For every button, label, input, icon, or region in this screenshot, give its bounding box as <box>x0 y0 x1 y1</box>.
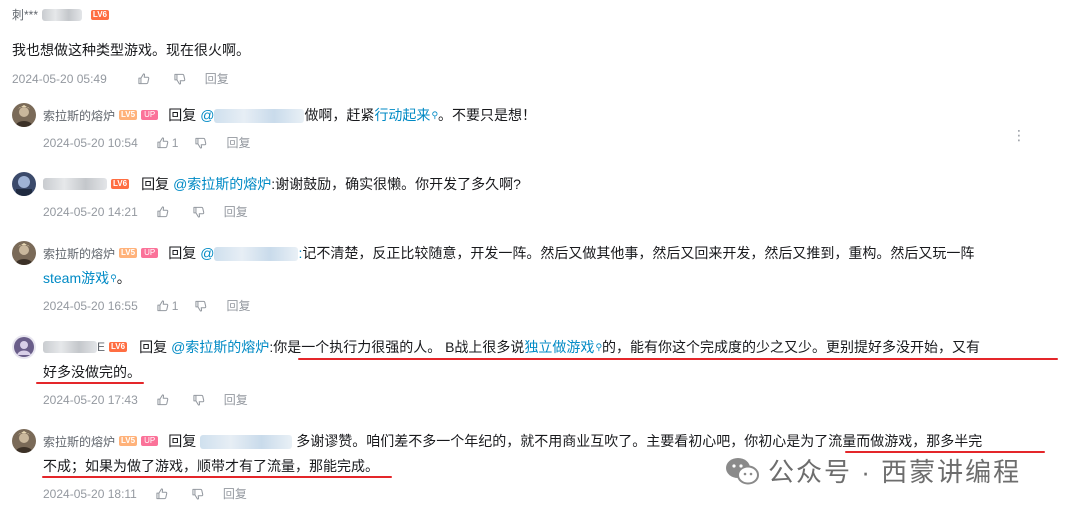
timestamp: 2024-05-20 05:49 <box>12 71 107 86</box>
reply-text: :谢谢鼓励，确实很懒。你开发了多久啊? <box>271 176 521 192</box>
level-badge: LV5 <box>119 248 138 258</box>
search-link[interactable]: 行动起来 <box>374 104 430 126</box>
redacted-mention <box>214 109 305 124</box>
reply-word: 回复 <box>168 433 197 449</box>
search-icon: ⚲ <box>595 341 603 352</box>
reply-word: 回复 <box>168 245 197 261</box>
reply-row: LV6 回复 @索拉斯的熔炉 :谢谢鼓励，确实很懒。你开发了多久啊? <box>43 173 521 195</box>
comment-text: 我也想做这种类型游戏。现在很火啊。 <box>12 42 250 58</box>
reply-word: 回复 <box>168 107 197 123</box>
like-icon[interactable] <box>156 205 170 219</box>
like-icon[interactable] <box>156 393 170 407</box>
wechat-icon <box>726 457 759 484</box>
avatar[interactable] <box>12 429 36 453</box>
timestamp: 2024-05-20 14:21 <box>43 204 138 219</box>
dislike-icon[interactable] <box>194 136 208 150</box>
level-badge: LV5 <box>119 110 138 120</box>
reply-text-line1: 多谢谬赞。咱们差不多一个年纪的，就不用商业互吹了。主要看初心吧，你初心是为了流量… <box>296 433 983 449</box>
redacted-mention <box>214 247 299 262</box>
reply-text-0: 做啊，赶紧 <box>304 107 375 123</box>
reply-text-line1a: :你是一个执行力很强的人。 B战上很多说 <box>269 339 525 355</box>
redacted-mention <box>200 435 293 450</box>
username[interactable]: 索拉斯的熔炉 <box>43 107 115 124</box>
reply-text-line1: 记不清楚，反正比较随意，开发一阵。然后又做其他事，然后又回来开发，然后又推到，重… <box>302 245 975 261</box>
reply-row: 索拉斯的熔炉 LV5 UP 回复 多谢谬赞。咱们差不多一个年纪的，就不用商业互吹… <box>43 430 982 452</box>
redacted-username <box>43 178 107 190</box>
reply-button[interactable]: 回复 <box>224 391 248 408</box>
up-badge: UP <box>141 248 159 258</box>
dislike-icon[interactable] <box>191 487 205 501</box>
dislike-icon[interactable] <box>194 299 208 313</box>
reply-button[interactable]: 回复 <box>205 70 229 87</box>
comment-meta: 2024-05-20 05:49 回复 <box>12 70 229 87</box>
level-badge: LV5 <box>119 436 138 446</box>
timestamp: 2024-05-20 10:54 <box>43 135 138 150</box>
timestamp: 2024-05-20 17:43 <box>43 392 138 407</box>
reply-text-line1b: 的，能有你这个完成度的少之又少。更别提好多没开始，又有 <box>602 339 981 355</box>
reply-text-line2: 好多没做完的。 <box>43 364 141 380</box>
search-icon: ⚲ <box>110 272 117 283</box>
mention-link[interactable]: @索拉斯的熔炉 <box>173 173 271 195</box>
reply-row: 索拉斯的熔炉 LV5 UP 回复 @ 做啊，赶紧 行动起来 ⚲ 。不要只是想！ <box>43 104 536 126</box>
reply-text-line2: 不成；如果为做了游戏，顺带才有了流量，那能完成。 <box>43 458 379 474</box>
reply-button[interactable]: 回复 <box>224 203 248 220</box>
username[interactable]: 刺*** <box>12 8 38 22</box>
more-vertical-icon[interactable]: ⋮ <box>1012 128 1026 142</box>
watermark-text: 公众号 · 西蒙讲编程 <box>768 457 1022 487</box>
highlight-underline <box>298 358 1058 360</box>
username[interactable]: 索拉斯的熔炉 <box>43 433 115 450</box>
avatar[interactable] <box>12 103 36 127</box>
up-badge: UP <box>141 436 159 446</box>
timestamp: 2024-05-20 16:55 <box>43 298 138 313</box>
reply-row: E LV6 回复 @索拉斯的熔炉 :你是一个执行力很强的人。 B战上很多说 独立做… <box>43 336 980 358</box>
up-badge: UP <box>141 110 159 120</box>
reply-text-2: 。不要只是想！ <box>438 107 537 123</box>
highlight-underline <box>36 382 144 384</box>
username[interactable]: 索拉斯的熔炉 <box>43 245 115 262</box>
redacted-username <box>43 341 97 353</box>
level-badge: LV6 <box>109 342 128 352</box>
search-link[interactable]: steam游戏 <box>43 267 109 289</box>
like-icon[interactable] <box>137 72 151 86</box>
avatar[interactable] <box>12 172 36 196</box>
reply-meta: 2024-05-20 18:11 回复 <box>43 485 247 502</box>
dislike-icon[interactable] <box>192 205 206 219</box>
mention-link[interactable]: @: <box>200 242 302 264</box>
like-icon[interactable] <box>155 487 169 501</box>
reply-row-line2: steam游戏 ⚲。 <box>43 267 131 289</box>
like-count: 1 <box>171 298 179 313</box>
reply-meta: 2024-05-20 16:55 1 回复 <box>43 297 250 314</box>
level-badge: LV6 <box>90 9 109 20</box>
reply-meta: 2024-05-20 17:43 回复 <box>43 391 248 408</box>
reply-word: 回复 <box>141 176 170 192</box>
like-icon[interactable]: 1 <box>156 135 179 150</box>
reply-button[interactable]: 回复 <box>226 134 250 151</box>
level-badge: LV6 <box>111 179 130 189</box>
top-comment-header: 刺*** LV6 <box>12 6 109 24</box>
like-icon[interactable]: 1 <box>156 298 179 313</box>
mention-link[interactable]: @ <box>200 104 305 126</box>
watermark: 公众号 · 西蒙讲编程 <box>724 452 1021 489</box>
reply-meta: 2024-05-20 10:54 1 回复 <box>43 134 250 151</box>
avatar[interactable] <box>12 241 36 265</box>
reply-word: 回复 <box>139 339 168 355</box>
reply-meta: 2024-05-20 14:21 回复 <box>43 203 248 220</box>
redacted-username <box>42 8 83 21</box>
timestamp: 2024-05-20 18:11 <box>43 486 137 501</box>
reply-row: 索拉斯的熔炉 LV5 UP 回复 @: 记不清楚，反正比较随意，开发一阵。然后又… <box>43 242 974 264</box>
reply-button[interactable]: 回复 <box>223 485 247 502</box>
highlight-underline <box>42 476 392 478</box>
search-icon: ⚲ <box>431 109 439 120</box>
avatar[interactable] <box>12 335 36 359</box>
mention-link[interactable]: @索拉斯的熔炉 <box>171 336 269 358</box>
like-count: 1 <box>171 135 179 150</box>
username[interactable]: E <box>97 340 105 354</box>
dislike-icon[interactable] <box>192 393 206 407</box>
mention-link[interactable] <box>200 430 293 452</box>
reply-button[interactable]: 回复 <box>226 297 250 314</box>
search-link[interactable]: 独立做游戏 <box>524 336 594 358</box>
reply-text-line2: 。 <box>116 270 131 286</box>
dislike-icon[interactable] <box>173 72 187 86</box>
